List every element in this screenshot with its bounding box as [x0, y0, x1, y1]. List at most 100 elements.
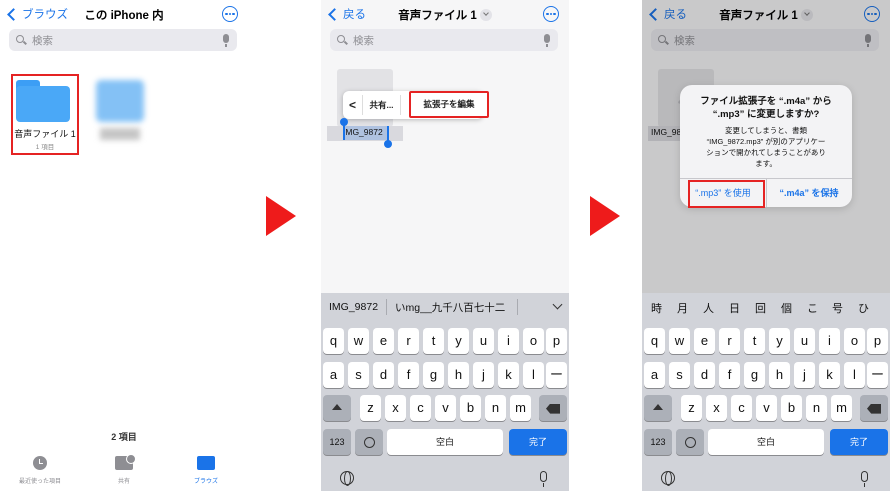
- key-f[interactable]: f: [719, 362, 740, 388]
- key-h[interactable]: h: [769, 362, 790, 388]
- page-title[interactable]: 音声ファイル 1: [321, 7, 569, 23]
- key-y[interactable]: y: [448, 328, 469, 354]
- key-i[interactable]: i: [819, 328, 840, 354]
- key-i[interactable]: i: [498, 328, 519, 354]
- key-k[interactable]: k: [498, 362, 519, 388]
- chevron-down-icon[interactable]: [552, 299, 563, 310]
- key-b[interactable]: b: [460, 395, 481, 421]
- space-key[interactable]: 空白: [387, 429, 503, 455]
- key-a[interactable]: a: [323, 362, 344, 388]
- microphone-icon[interactable]: [540, 471, 547, 487]
- suggestion-item[interactable]: 月: [677, 300, 688, 316]
- menu-share-button[interactable]: 共有...: [363, 95, 401, 115]
- suggestion-item[interactable]: 時: [651, 300, 662, 316]
- numbers-key[interactable]: 123: [644, 429, 672, 455]
- emoji-key[interactable]: [676, 429, 704, 455]
- keep-m4a-button[interactable]: “.m4a” を保持: [766, 179, 852, 207]
- more-options-icon[interactable]: [222, 6, 238, 22]
- suggestion-item[interactable]: 個: [781, 300, 792, 316]
- key-t[interactable]: t: [744, 328, 765, 354]
- key-long-vowel[interactable]: ー: [867, 362, 888, 388]
- key-d[interactable]: d: [373, 362, 394, 388]
- key-n[interactable]: n: [806, 395, 827, 421]
- key-m[interactable]: m: [510, 395, 531, 421]
- more-options-icon[interactable]: [543, 6, 559, 22]
- microphone-icon[interactable]: [223, 34, 229, 47]
- tab-recents[interactable]: 最近使った項目: [5, 456, 75, 485]
- suggestion-item[interactable]: ひ: [858, 300, 869, 316]
- key-d[interactable]: d: [694, 362, 715, 388]
- key-j[interactable]: j: [794, 362, 815, 388]
- microphone-icon[interactable]: [861, 471, 868, 487]
- key-l[interactable]: l: [523, 362, 544, 388]
- selection-handle-start[interactable]: [340, 118, 348, 126]
- suggestion-item[interactable]: こ: [807, 300, 818, 316]
- emoji-key[interactable]: [355, 429, 383, 455]
- suggestion-item[interactable]: 人: [703, 300, 714, 316]
- key-p[interactable]: p: [546, 328, 567, 354]
- key-p[interactable]: p: [867, 328, 888, 354]
- key-a[interactable]: a: [644, 362, 665, 388]
- key-x[interactable]: x: [385, 395, 406, 421]
- key-r[interactable]: r: [398, 328, 419, 354]
- key-x[interactable]: x: [706, 395, 727, 421]
- done-key[interactable]: 完了: [830, 429, 888, 455]
- key-m[interactable]: m: [831, 395, 852, 421]
- key-s[interactable]: s: [669, 362, 690, 388]
- selection-handle-end[interactable]: [384, 140, 392, 148]
- suggestion-item[interactable]: 日: [729, 300, 740, 316]
- key-j[interactable]: j: [473, 362, 494, 388]
- numbers-key[interactable]: 123: [323, 429, 351, 455]
- shift-key[interactable]: [644, 395, 672, 421]
- search-field[interactable]: 検索: [9, 29, 237, 51]
- suggestion-item[interactable]: 回: [755, 300, 766, 316]
- delete-key[interactable]: [860, 395, 888, 421]
- key-o[interactable]: o: [844, 328, 865, 354]
- tab-label: 最近使った項目: [18, 479, 61, 485]
- search-field[interactable]: 検索: [330, 29, 558, 51]
- key-q[interactable]: q: [323, 328, 344, 354]
- space-key[interactable]: 空白: [708, 429, 824, 455]
- blurred-folder-icon[interactable]: [96, 80, 144, 122]
- key-g[interactable]: g: [423, 362, 444, 388]
- key-long-vowel[interactable]: ー: [546, 362, 567, 388]
- key-z[interactable]: z: [360, 395, 381, 421]
- key-l[interactable]: l: [844, 362, 865, 388]
- key-o[interactable]: o: [523, 328, 544, 354]
- microphone-icon[interactable]: [544, 34, 550, 47]
- key-f[interactable]: f: [398, 362, 419, 388]
- key-r[interactable]: r: [719, 328, 740, 354]
- suggestion-item[interactable]: IMG_9872: [321, 301, 386, 313]
- key-w[interactable]: w: [348, 328, 369, 354]
- key-v[interactable]: v: [435, 395, 456, 421]
- menu-prev-button[interactable]: <: [343, 95, 363, 115]
- key-c[interactable]: c: [410, 395, 431, 421]
- shift-key[interactable]: [323, 395, 351, 421]
- tab-browse[interactable]: ブラウズ: [171, 456, 241, 485]
- key-h[interactable]: h: [448, 362, 469, 388]
- key-y[interactable]: y: [769, 328, 790, 354]
- key-c[interactable]: c: [731, 395, 752, 421]
- key-e[interactable]: e: [373, 328, 394, 354]
- key-e[interactable]: e: [694, 328, 715, 354]
- edit-extension-button[interactable]: 拡張子を編集: [409, 91, 489, 118]
- delete-key[interactable]: [539, 395, 567, 421]
- key-u[interactable]: u: [473, 328, 494, 354]
- globe-icon[interactable]: [340, 471, 354, 486]
- key-s[interactable]: s: [348, 362, 369, 388]
- key-q[interactable]: q: [644, 328, 665, 354]
- key-u[interactable]: u: [794, 328, 815, 354]
- key-n[interactable]: n: [485, 395, 506, 421]
- key-w[interactable]: w: [669, 328, 690, 354]
- key-k[interactable]: k: [819, 362, 840, 388]
- suggestion-item[interactable]: いmg__九千八百七十二: [387, 300, 513, 315]
- tab-shared[interactable]: 共有: [89, 454, 159, 485]
- key-z[interactable]: z: [681, 395, 702, 421]
- key-t[interactable]: t: [423, 328, 444, 354]
- key-g[interactable]: g: [744, 362, 765, 388]
- key-b[interactable]: b: [781, 395, 802, 421]
- suggestion-item[interactable]: 号: [832, 300, 843, 316]
- globe-icon[interactable]: [661, 471, 675, 486]
- key-v[interactable]: v: [756, 395, 777, 421]
- done-key[interactable]: 完了: [509, 429, 567, 455]
